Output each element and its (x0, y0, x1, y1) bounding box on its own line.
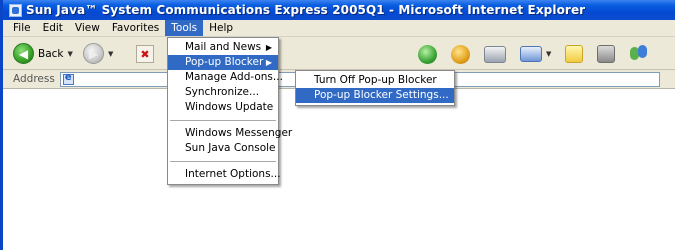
print-icon[interactable] (484, 45, 506, 63)
menu-help[interactable]: Help (203, 20, 239, 36)
menu-item-internet-options[interactable]: Internet Options... (168, 167, 281, 182)
back-icon: ◀ (13, 43, 34, 64)
menu-item-sun-java-console[interactable]: Sun Java Console (168, 141, 278, 156)
toolbar-right-group: ▼ (418, 44, 649, 64)
menu-item-label: Pop-up Blocker (185, 56, 264, 68)
menu-item-manage-addons[interactable]: Manage Add-ons... (168, 70, 283, 85)
menu-item-synchronize[interactable]: Synchronize... (168, 85, 278, 100)
menu-favorites[interactable]: Favorites (106, 20, 165, 36)
page-content (3, 90, 675, 250)
menu-item-label: Internet Options... (185, 168, 281, 180)
tools-menu: Mail and News ▶ Pop-up Blocker ▶ Manage … (167, 37, 292, 185)
menu-item-popup-blocker[interactable]: Pop-up Blocker ▶ (168, 55, 278, 70)
menu-item-label: Windows Update (185, 101, 274, 113)
edit-dropdown-icon[interactable]: ▼ (546, 50, 551, 58)
menu-file[interactable]: File (7, 20, 37, 36)
research-icon[interactable] (597, 45, 616, 63)
stop-icon: ✖ (140, 47, 150, 61)
menu-item-label: Synchronize... (185, 86, 260, 98)
menu-item-label: Pop-up Blocker Settings... (314, 89, 449, 101)
menu-item-label: Manage Add-ons... (185, 71, 283, 83)
messenger-icon[interactable] (629, 44, 649, 64)
app-icon (9, 3, 22, 17)
stop-button[interactable]: ✖ (136, 45, 154, 63)
back-dropdown-icon[interactable]: ▼ (68, 50, 73, 58)
menu-item-windows-messenger[interactable]: Windows Messenger (168, 126, 292, 141)
menu-item-mail-and-news[interactable]: Mail and News ▶ (168, 40, 278, 55)
menu-edit[interactable]: Edit (37, 20, 69, 36)
menu-item-label: Sun Java Console (185, 142, 276, 154)
popup-blocker-submenu: Turn Off Pop-up Blocker Pop-up Blocker S… (295, 70, 455, 106)
back-button[interactable]: ◀ Back ▼ (13, 43, 73, 64)
mail-icon[interactable] (451, 44, 470, 64)
ie-page-icon (62, 72, 74, 85)
title-bar[interactable]: Sun Java™ System Communications Express … (3, 0, 675, 20)
menu-separator (170, 161, 276, 162)
browser-window: Sun Java™ System Communications Express … (0, 0, 675, 250)
note-icon[interactable] (565, 45, 584, 63)
menu-item-turn-off-popup-blocker[interactable]: Turn Off Pop-up Blocker (296, 73, 454, 88)
forward-icon: ▶ (83, 43, 104, 64)
address-label: Address (13, 73, 55, 85)
menu-item-label: Turn Off Pop-up Blocker (314, 74, 437, 86)
submenu-arrow-icon: ▶ (265, 58, 272, 67)
standard-toolbar: ◀ Back ▼ ▶ ▼ ✖ ▼ (3, 37, 675, 70)
forward-button[interactable]: ▶ ▼ (83, 43, 113, 64)
menu-view[interactable]: View (69, 20, 106, 36)
back-label: Back (38, 47, 64, 60)
menu-item-popup-blocker-settings[interactable]: Pop-up Blocker Settings... (296, 88, 454, 103)
menu-item-label: Windows Messenger (185, 127, 293, 139)
menu-tools[interactable]: Tools (165, 20, 204, 36)
forward-dropdown-icon[interactable]: ▼ (108, 50, 113, 58)
menu-bar: File Edit View Favorites Tools Help (3, 20, 675, 37)
menu-item-label: Mail and News (185, 41, 262, 53)
submenu-arrow-icon: ▶ (265, 43, 272, 52)
menu-item-windows-update[interactable]: Windows Update (168, 100, 278, 115)
menu-separator (170, 120, 276, 121)
edit-icon[interactable] (520, 46, 542, 62)
window-title: Sun Java™ System Communications Express … (26, 3, 586, 17)
history-icon[interactable] (418, 44, 437, 64)
